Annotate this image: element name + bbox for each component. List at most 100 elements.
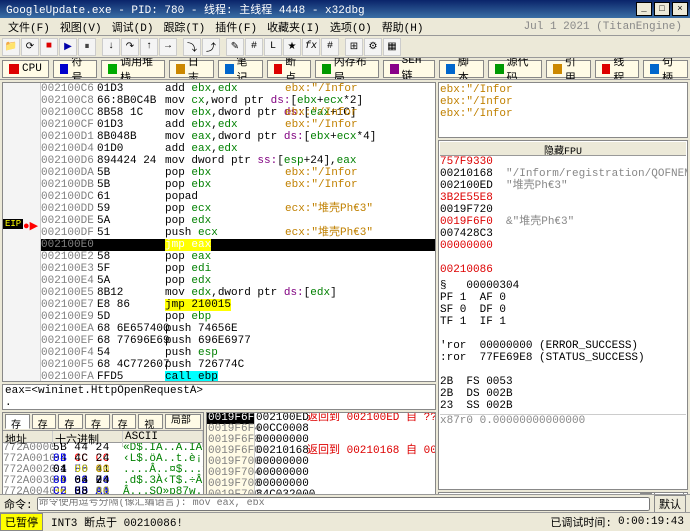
- restart-icon[interactable]: ⟳: [21, 38, 39, 56]
- menu-item[interactable]: 文件(F): [4, 19, 54, 35]
- run-icon[interactable]: ▶: [59, 38, 77, 56]
- dump-tab[interactable]: 内存 3: [58, 414, 83, 429]
- comment-icon[interactable]: #: [245, 38, 263, 56]
- menu-item[interactable]: 选项(O): [326, 19, 376, 35]
- menu-item[interactable]: 跟踪(T): [159, 19, 209, 35]
- disasm-row[interactable]: 002100E258pop eax: [41, 251, 435, 263]
- patch-icon[interactable]: ✎: [226, 38, 244, 56]
- flag-row[interactable]: PF 1 AF 0: [440, 292, 686, 304]
- view-tab[interactable]: 符号: [53, 60, 98, 78]
- disasm-row[interactable]: 002100DD59pop ecxecx:"堆壳Ph€3": [41, 203, 435, 215]
- minimize-button[interactable]: _: [636, 2, 652, 16]
- disasm-row[interactable]: 002100E45Apop edx: [41, 275, 435, 287]
- close-button[interactable]: ×: [672, 2, 688, 16]
- disasm-row[interactable]: 002100D401D0add eax,edx: [41, 143, 435, 155]
- step-into-icon[interactable]: ↓: [102, 38, 120, 56]
- disasm-row[interactable]: 002100CF01D3add ebx,edxebx:"/Infor: [41, 119, 435, 131]
- view-tab[interactable]: 内存布局: [315, 60, 379, 78]
- disasm-row[interactable]: 002100DC61popad: [41, 191, 435, 203]
- label-icon[interactable]: L: [264, 38, 282, 56]
- view-tab[interactable]: 源代码: [488, 60, 542, 78]
- disasm-row[interactable]: 002100F568 4C772607push 726774C: [41, 359, 435, 371]
- view-tab[interactable]: SEH链: [383, 60, 435, 78]
- disasm-row[interactable]: 002100E95Dpop ebp: [41, 311, 435, 323]
- dump-tab[interactable]: 内存 4: [85, 414, 110, 429]
- trace-into-icon[interactable]: ⤵: [183, 38, 201, 56]
- disasm-row[interactable]: 002100D18B048Bmov eax,dword ptr ds:[ebx+…: [41, 131, 435, 143]
- dump-tab[interactable]: 内存 2: [32, 414, 57, 429]
- flag-row[interactable]: SF 0 DF 0: [440, 304, 686, 316]
- disasm-row[interactable]: 002100CC8B58 1Cmov ebx,dword ptr ds:[eax…: [41, 107, 435, 119]
- view-tab[interactable]: 引用: [546, 60, 591, 78]
- view-tab[interactable]: CPU: [2, 60, 49, 78]
- register-row[interactable]: 00000000: [440, 240, 686, 252]
- call-stack-panel[interactable]: 0019F6F0002100ED返回到 002100ED 自 ???0019F6…: [206, 412, 436, 494]
- dump-tab[interactable]: [x≡] 局部变: [165, 414, 201, 429]
- menu-item[interactable]: 调试(D): [108, 19, 158, 35]
- flag-row[interactable]: 23 SS 002B: [440, 400, 686, 412]
- disasm-row[interactable]: 002100E58B12mov edx,dword ptr ds:[edx]: [41, 287, 435, 299]
- disasm-row[interactable]: 002100E7E8 86jmp 210015: [41, 299, 435, 311]
- disasm-row[interactable]: 002100EA68 6E657400push 74656E: [41, 323, 435, 335]
- flag-row[interactable]: 2B FS 0053: [440, 376, 686, 388]
- register-row[interactable]: [440, 252, 686, 264]
- dump-tab[interactable]: 监视 1: [138, 414, 163, 429]
- register-row[interactable]: 002100ED "堆壳Ph€3": [440, 180, 686, 192]
- register-row[interactable]: 3B2E55E8: [440, 192, 686, 204]
- flag-row[interactable]: TF 1 IF 1: [440, 316, 686, 328]
- menu-item[interactable]: 视图(V): [56, 19, 106, 35]
- stop-icon[interactable]: ■: [40, 38, 58, 56]
- disasm-row[interactable]: 002100FAFFD5call ebp: [41, 371, 435, 381]
- flag-row[interactable]: :ror 77FE69E8 (STATUS_SUCCESS): [440, 352, 686, 364]
- fx-icon[interactable]: fx: [302, 38, 320, 56]
- flag-row[interactable]: [440, 328, 686, 340]
- disasm-row[interactable]: 002100E35Fpop edi: [41, 263, 435, 275]
- disasm-row[interactable]: 002100EF68 77696E69push 696E6977: [41, 335, 435, 347]
- flag-row[interactable]: [440, 364, 686, 376]
- fpu-toggle[interactable]: 隐藏FPU: [440, 142, 686, 156]
- flag-row[interactable]: 2B DS 002B: [440, 388, 686, 400]
- disasm-row[interactable]: 002100E0FFE0jmp eax: [41, 239, 435, 251]
- menu-item[interactable]: 插件(F): [211, 19, 261, 35]
- dump-tab[interactable]: 内存 5: [112, 414, 137, 429]
- trace-over-icon[interactable]: ⤴: [202, 38, 220, 56]
- pause-icon[interactable]: ⏸: [78, 38, 96, 56]
- view-tab[interactable]: 日志: [169, 60, 214, 78]
- settings-icon[interactable]: ⚙: [364, 38, 382, 56]
- registers-panel[interactable]: 隐藏FPU 757F9330 00210168 "/Inform/registr…: [438, 140, 688, 490]
- register-row[interactable]: 00210086: [440, 264, 686, 276]
- disasm-row[interactable]: 002100DA5Bpop ebxebx:"/Infor: [41, 167, 435, 179]
- view-tab[interactable]: 脚本: [439, 60, 484, 78]
- step-out-icon[interactable]: ↑: [140, 38, 158, 56]
- disasm-row[interactable]: 002100DB5Bpop ebxebx:"/Infor: [41, 179, 435, 191]
- run-to-icon[interactable]: →: [159, 38, 177, 56]
- disassembly-panel[interactable]: EIP ●▶ 002100C601D3add ebx,edxebx:"/Info…: [2, 82, 436, 382]
- register-row[interactable]: 007428C3: [440, 228, 686, 240]
- modules-icon[interactable]: ⊞: [345, 38, 363, 56]
- menu-item[interactable]: 收藏夹(I): [263, 19, 324, 35]
- open-icon[interactable]: 📁: [2, 38, 20, 56]
- view-tab[interactable]: 断点: [267, 60, 312, 78]
- view-tab[interactable]: 调用堆栈: [101, 60, 165, 78]
- disasm-row[interactable]: 002100C601D3add ebx,edxebx:"/Infor: [41, 83, 435, 95]
- calc-icon[interactable]: ▦: [383, 38, 401, 56]
- register-row[interactable]: 0019F720: [440, 204, 686, 216]
- hex-row[interactable]: 772A0040C2 08 00 90 53 51 BB 70 38 37 77…: [3, 487, 203, 494]
- maximize-button[interactable]: □: [654, 2, 670, 16]
- search-icon[interactable]: #: [321, 38, 339, 56]
- disasm-row[interactable]: 002100D6894424 24mov dword ptr ss:[esp+2…: [41, 155, 435, 167]
- view-tab[interactable]: 笔记: [218, 60, 263, 78]
- disasm-row[interactable]: 002100C866:8B0C4Bmov cx,word ptr ds:[ebx…: [41, 95, 435, 107]
- disasm-row[interactable]: 002100F454push esp: [41, 347, 435, 359]
- view-tab[interactable]: 句柄: [643, 60, 688, 78]
- menu-item[interactable]: 帮助(H): [378, 19, 428, 35]
- dump-panel[interactable]: 内存 1内存 2内存 3内存 4内存 5监视 1[x≡] 局部变 地址 十六进制…: [2, 412, 204, 494]
- disasm-row[interactable]: 002100DE5Apop edx: [41, 215, 435, 227]
- register-row[interactable]: 0019F6F0 &"堆壳Ph€3": [440, 216, 686, 228]
- disasm-row[interactable]: 002100DF51push ecxecx:"堆壳Ph€3": [41, 227, 435, 239]
- cmd-default-button[interactable]: 默认: [654, 495, 686, 513]
- flag-row[interactable]: 'ror 00000000 (ERROR_SUCCESS): [440, 340, 686, 352]
- register-row[interactable]: 00210168 "/Inform/registration/QOFNEMDCN…: [440, 168, 686, 180]
- dump-tab[interactable]: 内存 1: [5, 414, 30, 429]
- step-over-icon[interactable]: ↷: [121, 38, 139, 56]
